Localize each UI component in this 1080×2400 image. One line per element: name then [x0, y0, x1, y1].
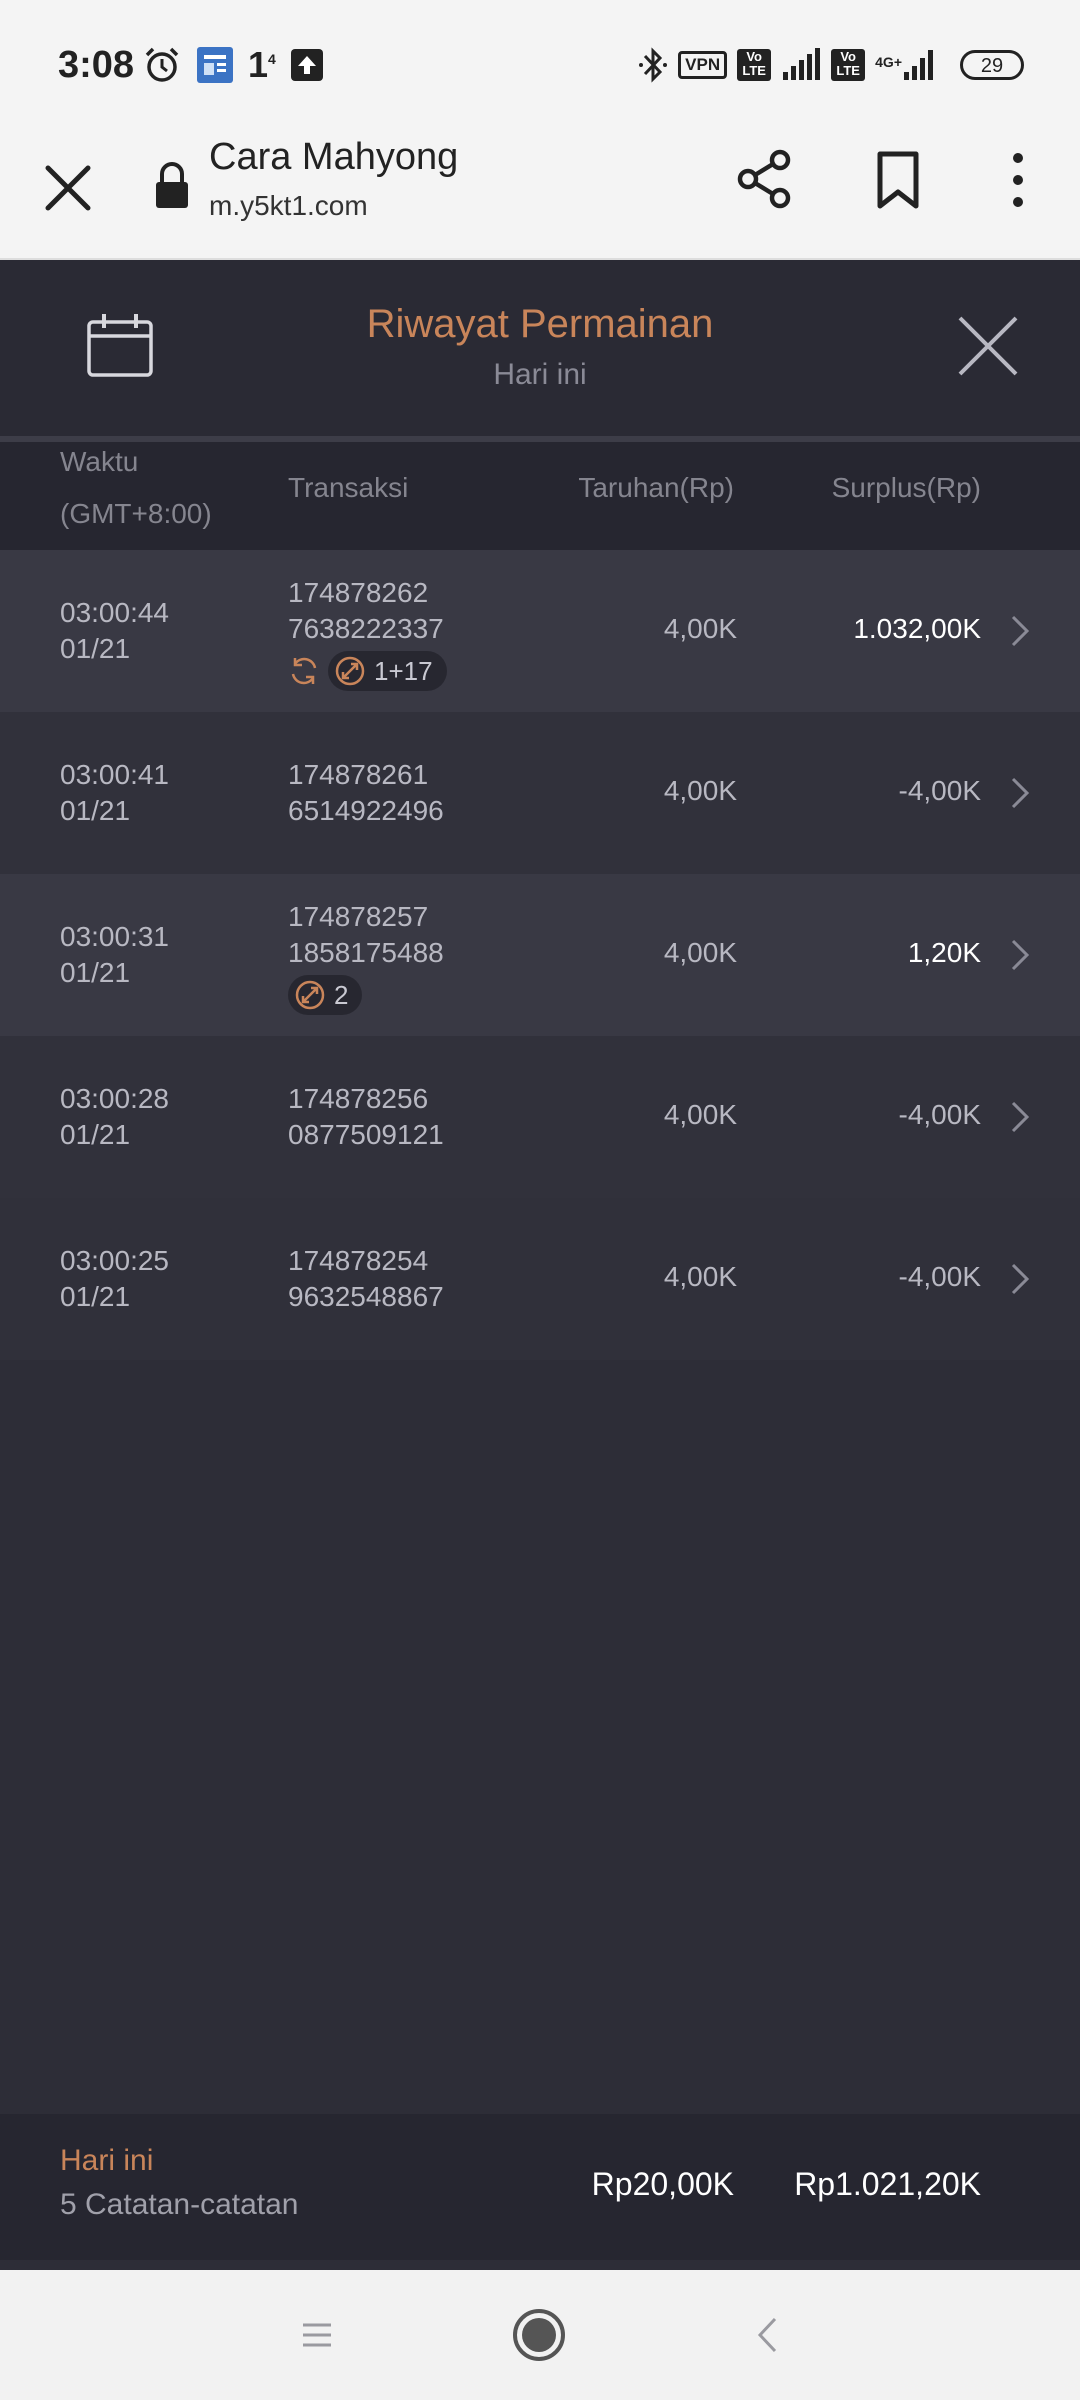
row-bet: 4,00K [663, 775, 737, 806]
table-row[interactable]: 03:00:4401/21 1748782627638222337 1+17 [0, 550, 1080, 712]
network-type: 4G+ [875, 48, 936, 82]
summary-total-bet: Rp20,00K [591, 2166, 734, 2202]
row-time: 03:00:44 01/21 [60, 597, 169, 664]
page-url[interactable]: m.y5kt1.com [209, 190, 368, 222]
chevron-right-icon[interactable] [1010, 776, 1030, 810]
browser-toolbar: Cara Mahyong m.y5kt1.com [0, 130, 1080, 260]
col-surplus: Surplus(Rp) [831, 472, 981, 503]
free-spin-badge: 2 [288, 975, 363, 1015]
row-surplus: -4,00K [898, 1261, 982, 1292]
home-icon[interactable] [512, 2308, 566, 2362]
row-surplus: 1,20K [907, 937, 981, 968]
vpn-indicator: VPN [678, 51, 728, 79]
status-left-icons: 14 [142, 44, 324, 86]
status-time: 3:08 [58, 44, 135, 86]
chevron-right-icon[interactable] [1010, 1262, 1030, 1296]
row-time: 03:00:28 01/21 [60, 1083, 169, 1150]
summary-total-surplus: Rp1.021,20K [794, 2166, 981, 2202]
panel-subtitle: Hari ini [493, 358, 587, 391]
row-time: 03:00:31 01/21 [60, 921, 169, 988]
table-row[interactable]: 03:00:25 01/21 174878254 9632548867 4,00K … [0, 1198, 1080, 1360]
row-transaction: 174878256 0877509121 [288, 1083, 444, 1150]
chevron-right-icon[interactable] [1010, 938, 1030, 972]
back-icon[interactable] [756, 2316, 778, 2354]
alarm-icon [145, 47, 179, 82]
status-bar: 3:08 14 VPN Vo LTE Vo LTE 4G+ 29 [0, 0, 1080, 130]
table-row[interactable]: 03:00:31 01/21 174878257 1858175488 2 4,00… [0, 874, 1080, 1036]
col-taruhan: Taruhan(Rp) [578, 472, 734, 503]
col-timezone: (GMT+8:00) [60, 498, 212, 529]
status-right-icons: VPN Vo LTE Vo LTE 4G+ 29 [638, 44, 1024, 86]
row-bet: 4,00K [663, 613, 737, 644]
row-transaction: 174878257 1858175488 2 [288, 899, 444, 1015]
history-table: 03:00:4401/21 1748782627638222337 1+17 [0, 550, 1080, 1360]
replay-icon[interactable] [288, 655, 320, 687]
row-bet: 4,00K [663, 1261, 737, 1292]
row-bet: 4,00K [663, 1099, 737, 1130]
signal-icon-2 [904, 50, 933, 80]
history-panel-header: Riwayat Permainan Hari ini [0, 260, 1080, 436]
spin-icon [335, 656, 365, 686]
table-header: Waktu (GMT+8:00) Transaksi Taruhan(Rp) S… [0, 442, 1080, 550]
table-row[interactable]: 03:00:41 01/21 174878261 6514922496 4,00K … [0, 712, 1080, 874]
row-time: 03:00:41 01/21 [60, 759, 169, 826]
row-bet: 4,00K [663, 937, 737, 968]
panel-title: Riwayat Permainan [366, 302, 714, 346]
lock-icon [156, 162, 188, 208]
table-row[interactable]: 03:00:28 01/21 174878256 0877509121 4,00K … [0, 1036, 1080, 1198]
notification-count: 14 [248, 44, 276, 85]
row-surplus: -4,00K [898, 775, 982, 806]
close-panel-icon[interactable] [956, 314, 1020, 378]
summary-count: 5 Catatan-catatan [60, 2188, 299, 2221]
news-app-icon [197, 47, 233, 83]
col-waktu: Waktu [60, 446, 139, 477]
volte-icon-1: Vo LTE [737, 49, 772, 81]
upload-icon [290, 49, 323, 81]
summary-label: Hari ini [60, 2144, 154, 2177]
summary-footer: Hari ini 5 Catatan-catatan Rp20,00K Rp1.… [0, 2114, 1080, 2260]
battery-icon: 29 [960, 50, 1024, 80]
more-menu-icon[interactable] [1000, 150, 1036, 210]
row-surplus: 1.032,00K [853, 613, 981, 644]
row-transaction: 174878254 9632548867 [288, 1245, 444, 1312]
signal-icon-1 [783, 48, 821, 80]
free-spin-badge: 1+17 [328, 651, 447, 691]
recent-apps-icon[interactable] [300, 2320, 334, 2350]
bluetooth-icon [639, 47, 668, 83]
close-tab-icon[interactable] [40, 160, 96, 216]
spin-icon [295, 980, 325, 1010]
col-transaksi: Transaksi [288, 472, 409, 503]
page-title[interactable]: Cara Mahyong [209, 136, 458, 179]
bookmark-icon[interactable] [872, 150, 924, 210]
system-nav-bar [0, 2270, 1080, 2400]
row-transaction: 174878261 6514922496 [288, 759, 444, 826]
row-transaction: 174878262 7638222337 1+17 [288, 575, 447, 691]
chevron-right-icon[interactable] [1010, 1100, 1030, 1134]
volte-icon-2: Vo LTE [831, 49, 866, 81]
share-icon[interactable] [736, 148, 794, 210]
row-time: 03:00:25 01/21 [60, 1245, 169, 1312]
row-surplus: -4,00K [898, 1099, 982, 1130]
chevron-right-icon[interactable] [1010, 614, 1030, 648]
